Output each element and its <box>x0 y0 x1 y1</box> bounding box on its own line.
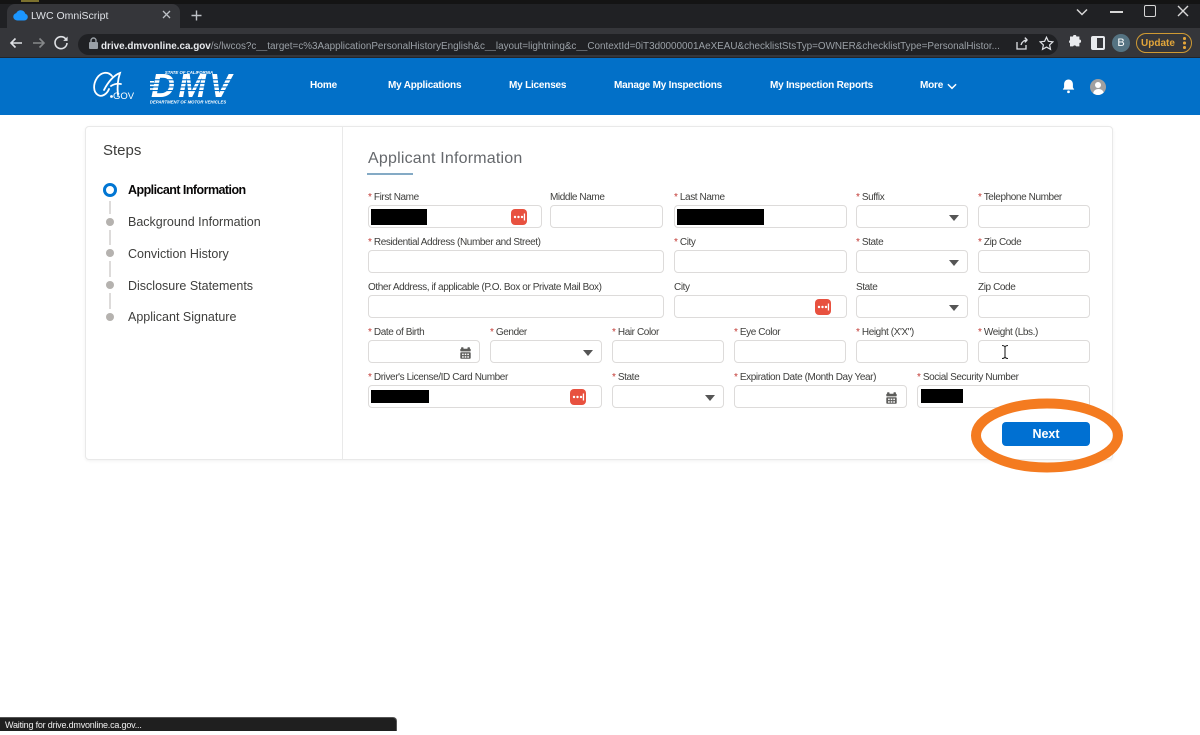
svg-text:DMV: DMV <box>151 67 235 104</box>
svg-text:DEPARTMENT OF MOTOR VEHICLES: DEPARTMENT OF MOTOR VEHICLES <box>150 100 226 105</box>
svg-text:GOV: GOV <box>113 91 135 102</box>
